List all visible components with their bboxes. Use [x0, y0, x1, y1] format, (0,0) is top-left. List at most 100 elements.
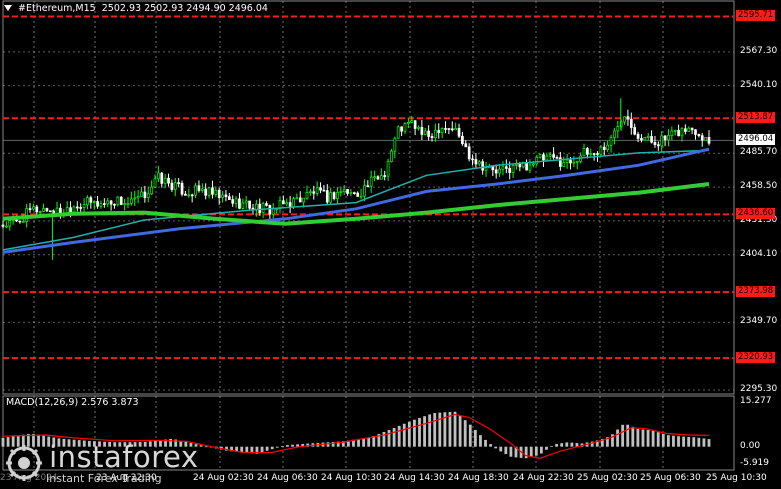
candle-body — [89, 197, 93, 203]
candle-body — [542, 154, 545, 161]
candle-body — [170, 182, 174, 190]
candle-body — [379, 175, 383, 180]
candle-body — [633, 127, 637, 135]
macd-histogram-bar — [362, 438, 366, 447]
candle-body — [292, 198, 295, 207]
candle-body — [501, 166, 505, 170]
macd-histogram-bar — [687, 436, 691, 447]
candle-body — [244, 200, 248, 204]
time-axis-label: 25 Aug 10:30 — [706, 473, 767, 483]
macd-histogram-bar — [245, 446, 249, 453]
macd-histogram-bar — [702, 438, 706, 447]
candle-body — [32, 206, 35, 210]
macd-histogram-bar — [326, 442, 330, 447]
macd-histogram-bar — [453, 411, 457, 447]
macd-histogram-bar — [534, 446, 538, 456]
candle-body — [383, 175, 387, 177]
level-price-tag: 2513.87 — [736, 112, 776, 124]
candle-body — [552, 154, 555, 158]
candle-body — [690, 127, 694, 131]
candle-body — [48, 210, 52, 213]
macd-histogram-bar — [504, 446, 508, 455]
price-axis-label: 2404.10 — [740, 248, 778, 259]
candle-body — [322, 189, 326, 192]
candle-body — [190, 194, 194, 197]
candle-body — [99, 203, 103, 207]
candle-body — [241, 202, 245, 209]
price-chart[interactable] — [0, 0, 781, 489]
macd-histogram-bar — [682, 436, 686, 447]
candle-body — [173, 182, 177, 190]
candle-body — [325, 190, 329, 203]
candle-body — [86, 197, 89, 206]
candle-body — [25, 208, 28, 222]
macd-histogram-bar — [428, 414, 432, 447]
macd-histogram-bar — [260, 446, 264, 453]
candle-body — [268, 205, 272, 215]
macd-histogram-bar — [387, 430, 391, 447]
candle-body — [663, 135, 667, 141]
macd-histogram-bar — [463, 420, 467, 447]
macd-histogram-bar — [367, 437, 371, 447]
candle-body — [694, 129, 697, 135]
candle-body — [282, 200, 285, 205]
macd-histogram-bar — [646, 429, 650, 447]
price-axis-label: 2540.10 — [740, 79, 778, 90]
candle-body — [79, 207, 83, 209]
candle-body — [356, 192, 360, 197]
candle-body — [116, 196, 120, 205]
candle-body — [653, 141, 657, 146]
candle-body — [312, 191, 316, 194]
candle-body — [69, 207, 72, 213]
time-axis-label: 24 Aug 06:30 — [257, 473, 318, 483]
price-axis-label: 2458.50 — [740, 181, 778, 192]
candle-body — [265, 203, 268, 206]
macd-title: MACD(12,26,9) 2.576 3.873 — [6, 397, 139, 408]
macd-histogram-bar — [560, 443, 564, 447]
candle-body — [616, 126, 620, 132]
candle-body — [413, 120, 417, 129]
candle-body — [130, 198, 133, 204]
macd-histogram-bar — [509, 446, 513, 457]
candle-body — [113, 203, 116, 206]
chart-window: #Ethereum,M15 2502.93 2502.93 2494.90 24… — [0, 0, 781, 489]
candle-body — [332, 192, 336, 199]
candle-body — [430, 136, 434, 138]
time-axis-label: 25 Aug 02:30 — [577, 473, 638, 483]
macd-histogram-bar — [392, 427, 396, 447]
macd-histogram-bar — [651, 430, 655, 447]
candle-body — [420, 126, 424, 135]
candle-body — [194, 185, 197, 196]
candle-body — [339, 191, 343, 193]
macd-histogram-bar — [280, 446, 284, 447]
candle-body — [471, 158, 474, 161]
candle-body — [640, 138, 643, 141]
candle-body — [366, 185, 370, 188]
candle-body — [508, 168, 512, 173]
instaforex-logo-icon — [6, 444, 42, 481]
candle-body — [143, 191, 147, 198]
candle-body — [150, 186, 153, 195]
candle-body — [224, 194, 228, 198]
candle-body — [248, 200, 251, 209]
macd-histogram-bar — [545, 446, 548, 450]
macd-histogram-bar — [555, 443, 559, 447]
candle-body — [673, 129, 677, 132]
candle-body — [15, 219, 18, 222]
candle-body — [643, 137, 647, 141]
candle-body — [562, 162, 566, 167]
macd-histogram-bar — [616, 429, 619, 447]
candle-body — [646, 136, 650, 138]
macd-histogram-bar — [692, 437, 696, 447]
candle-body — [221, 194, 224, 198]
candle-body — [342, 189, 346, 192]
macd-histogram-bar — [631, 426, 635, 447]
candle-body — [602, 146, 606, 150]
macd-histogram-bar — [641, 429, 645, 447]
brand-name: instaforex — [49, 440, 199, 474]
candle-body — [545, 155, 549, 161]
candle-body — [373, 176, 376, 178]
dropdown-triangle-icon[interactable] — [4, 5, 12, 11]
candle-body — [65, 207, 69, 214]
candle-body — [92, 201, 96, 203]
